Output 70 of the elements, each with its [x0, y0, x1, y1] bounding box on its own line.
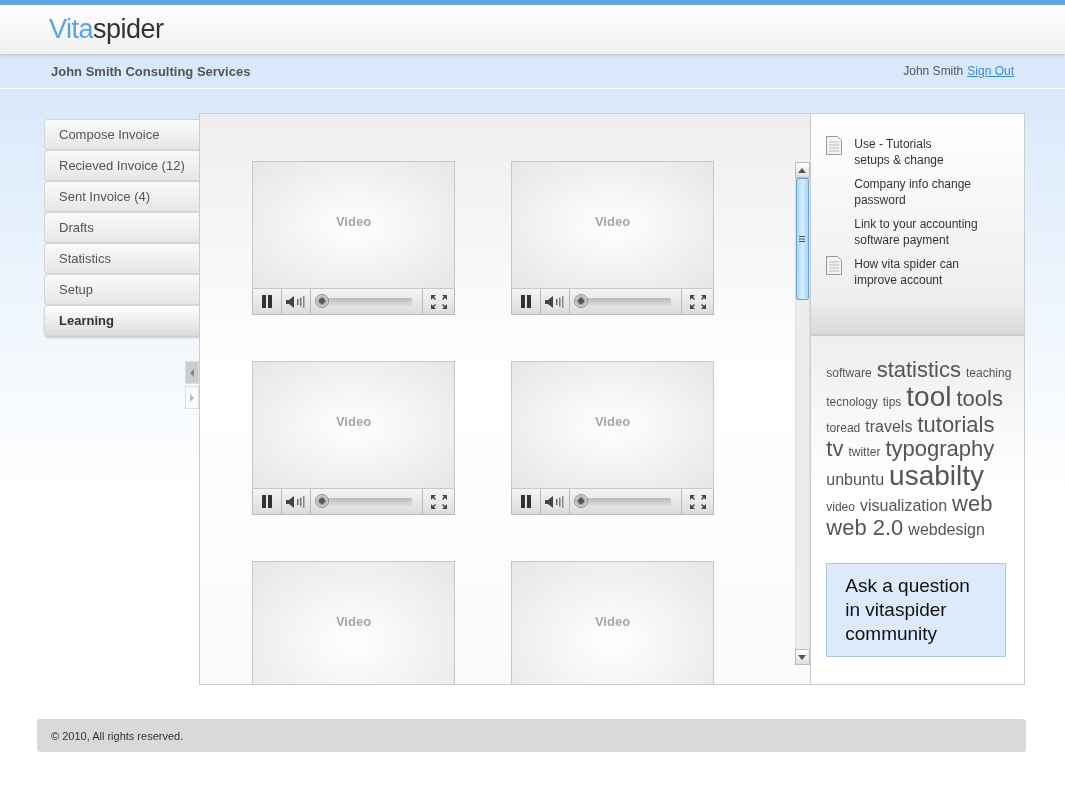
- tag-link[interactable]: teaching: [966, 367, 1012, 381]
- tag-link[interactable]: travels: [865, 418, 913, 436]
- tag-link[interactable]: usabilty: [889, 461, 985, 493]
- fullscreen-icon: [430, 494, 447, 509]
- speaker-icon: [545, 295, 565, 308]
- speaker-icon: [286, 295, 306, 308]
- ask-question-box[interactable]: Ask a question in vitaspider community: [826, 562, 1007, 657]
- collapse-left-button[interactable]: [185, 361, 199, 384]
- sidebar-tab[interactable]: Compose Invoice: [44, 119, 199, 150]
- video-label: Video: [335, 214, 372, 229]
- tag-link[interactable]: statistics: [876, 358, 961, 383]
- seek-thumb[interactable]: [314, 493, 329, 508]
- tag-link[interactable]: tools: [956, 387, 1003, 412]
- tag-link[interactable]: web 2.0: [826, 516, 904, 541]
- copyright-text: © 2010, All rights reserved.: [51, 729, 184, 742]
- help-link[interactable]: Company info change password: [854, 176, 971, 208]
- user-name: John Smith: [903, 64, 964, 78]
- tag-link[interactable]: tecnology: [826, 396, 878, 410]
- tag-link[interactable]: visualization: [859, 497, 948, 515]
- tag-link[interactable]: toread: [826, 422, 861, 436]
- tag-link[interactable]: tutorials: [917, 413, 995, 438]
- logo[interactable]: Vitaspider: [49, 14, 164, 45]
- tag-link[interactable]: tips: [882, 396, 902, 410]
- pause-icon: [261, 495, 273, 508]
- up-arrow-icon: [798, 167, 807, 173]
- left-arrow-icon: [189, 368, 195, 377]
- fullscreen-icon: [689, 294, 706, 309]
- pause-icon: [520, 495, 532, 508]
- sidebar-tab[interactable]: Sent Invoice (4): [44, 181, 199, 212]
- grip-icon: [799, 236, 806, 242]
- sidebar-tab[interactable]: Learning: [44, 305, 199, 336]
- video-label: Video: [335, 414, 372, 429]
- pause-icon: [520, 295, 532, 308]
- tag-link[interactable]: software: [826, 367, 872, 381]
- speaker-icon: [545, 495, 565, 508]
- sidebar-tab[interactable]: Setup: [44, 274, 199, 305]
- tag-link[interactable]: tv: [826, 437, 844, 462]
- tag-link[interactable]: webdesign: [908, 521, 985, 539]
- seek-thumb[interactable]: [314, 293, 329, 308]
- scroll-thumb[interactable]: [795, 178, 810, 300]
- seek-thumb[interactable]: [573, 293, 588, 308]
- tag-link[interactable]: typography: [885, 437, 995, 462]
- sidebar-tab[interactable]: Statistics: [44, 243, 199, 274]
- sidebar-tab[interactable]: Recieved Invoice (12): [44, 150, 199, 181]
- help-link[interactable]: Link to your accounting software payment: [854, 216, 978, 248]
- tag-link[interactable]: twitter: [848, 446, 881, 460]
- sidebar-tab[interactable]: Drafts: [44, 212, 199, 243]
- tag-link[interactable]: web: [952, 492, 993, 517]
- down-arrow-icon: [798, 654, 807, 660]
- video-label: Video: [335, 614, 372, 629]
- pause-icon: [261, 295, 273, 308]
- scroll-up-button[interactable]: [794, 162, 811, 178]
- fullscreen-icon: [430, 294, 447, 309]
- right-arrow-icon: [189, 393, 195, 402]
- help-link[interactable]: How vita spider can improve account: [854, 256, 959, 288]
- scroll-down-button[interactable]: [794, 649, 811, 665]
- video-label: Video: [594, 214, 631, 229]
- speaker-icon: [286, 495, 306, 508]
- video-label: Video: [594, 614, 631, 629]
- seek-thumb[interactable]: [573, 493, 588, 508]
- fullscreen-icon: [689, 494, 706, 509]
- document-icon: [826, 136, 843, 155]
- tag-link[interactable]: video: [826, 501, 855, 515]
- company-name: John Smith Consulting Services: [51, 63, 251, 79]
- video-label: Video: [594, 414, 631, 429]
- scrollbar[interactable]: [794, 162, 811, 665]
- tag-link[interactable]: unbuntu: [826, 471, 885, 489]
- help-link[interactable]: Use - Tutorials setups & change: [854, 136, 944, 168]
- tag-link[interactable]: tool: [906, 382, 952, 413]
- document-icon: [826, 256, 843, 275]
